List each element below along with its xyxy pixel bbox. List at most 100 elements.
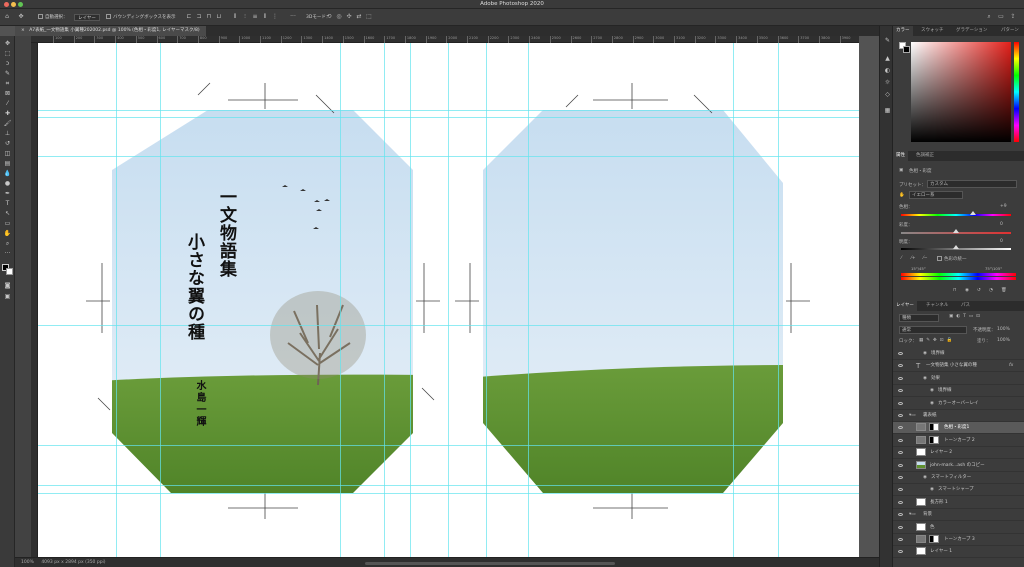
- share-icon[interactable]: ⇪: [1010, 14, 1016, 20]
- visibility-eye-icon[interactable]: [898, 352, 903, 355]
- visibility-icon[interactable]: ◔: [989, 288, 993, 293]
- lightness-slider-track[interactable]: [901, 245, 1011, 250]
- align-right-icon[interactable]: ⊓: [206, 14, 212, 20]
- properties-panel-tab[interactable]: 色調補正: [913, 151, 937, 161]
- hue-value[interactable]: +9: [1000, 204, 1007, 209]
- properties-panel-tab[interactable]: 属性: [893, 151, 908, 161]
- background-color-swatch[interactable]: [6, 268, 13, 275]
- visibility-eye-icon[interactable]: [898, 364, 903, 368]
- visibility-eye-icon[interactable]: [898, 389, 903, 393]
- layer-name[interactable]: john-mark...ash のコピー: [930, 460, 985, 472]
- eyedropper-icon[interactable]: ⁄: [901, 256, 902, 261]
- visibility-eye-icon[interactable]: [898, 525, 903, 529]
- home-icon[interactable]: ⌂: [4, 14, 10, 20]
- visibility-eye-icon[interactable]: [898, 451, 903, 455]
- layer-filter-icons[interactable]: ▣◐T▭⊡: [949, 314, 983, 319]
- visibility-eye-icon[interactable]: [898, 376, 903, 380]
- layer-name[interactable]: 背景: [923, 509, 932, 521]
- workspace-icon[interactable]: ▭: [998, 14, 1004, 20]
- visibility-eye-icon[interactable]: [898, 401, 903, 405]
- delete-icon[interactable]: 🗑: [1001, 288, 1007, 293]
- type-tool-icon[interactable]: T: [3, 199, 12, 208]
- layer-name[interactable]: 長方形 1: [930, 497, 948, 509]
- layer-mask-thumbnail[interactable]: [929, 423, 939, 432]
- brush-tool-icon[interactable]: 🖌: [3, 119, 12, 128]
- saturation-slider-knob[interactable]: [953, 229, 959, 233]
- layer-name[interactable]: スマートフィルター: [931, 472, 971, 484]
- more-tools-icon[interactable]: ···: [3, 249, 12, 258]
- layer-row[interactable]: ▾▭ 裏表紙: [893, 410, 1024, 422]
- horizontal-ruler[interactable]: 100 200 300 400 500 600 700 800 900 1000 1100 1200 1…: [31, 36, 879, 43]
- layer-name[interactable]: 境界線: [938, 385, 952, 397]
- opacity-value[interactable]: 100%: [997, 327, 1010, 332]
- dodge-tool-icon[interactable]: ●: [3, 179, 12, 188]
- lock-icons[interactable]: ▦✎✥⊡🔒: [919, 338, 955, 343]
- color-field[interactable]: [911, 42, 1011, 142]
- 3d-pan-icon[interactable]: ✣: [346, 14, 352, 20]
- layer-row[interactable]: ◉ スマートシャープ: [893, 484, 1024, 497]
- layer-name[interactable]: レイヤー 1: [930, 546, 952, 558]
- eyedropper-tool-icon[interactable]: ⁄: [3, 99, 12, 108]
- 3d-roll-icon[interactable]: ◎: [336, 14, 342, 20]
- cover-author[interactable]: 水島一輝: [192, 380, 207, 428]
- guide-horizontal[interactable]: [38, 493, 859, 494]
- 3d-scale-icon[interactable]: ⬚: [366, 14, 372, 20]
- visibility-eye-icon[interactable]: [898, 513, 903, 517]
- guide-vertical[interactable]: [116, 43, 117, 557]
- preset-dropdown[interactable]: カスタム: [927, 180, 1017, 188]
- lasso-tool-icon[interactable]: ↄ: [3, 59, 12, 68]
- saturation-value[interactable]: 0: [1000, 222, 1003, 227]
- 3d-orbit-icon[interactable]: ⟲: [326, 14, 332, 20]
- guide-vertical[interactable]: [448, 43, 449, 557]
- layer-name[interactable]: 色相・彩度1: [944, 422, 969, 434]
- hue-slider-knob[interactable]: [969, 211, 976, 215]
- history-brush-icon[interactable]: ↺: [3, 139, 12, 148]
- guide-vertical[interactable]: [733, 43, 734, 557]
- reset-icon[interactable]: ↺: [977, 288, 981, 293]
- eyedropper-minus-icon[interactable]: ⁄−: [923, 256, 928, 261]
- path-select-tool-icon[interactable]: ↖: [3, 209, 12, 218]
- document-tab[interactable]: × A7表紙_一文物語集 小翼種202002.psd @ 100% (色相・彩度…: [15, 26, 206, 36]
- search-icon[interactable]: ⌕: [986, 14, 992, 20]
- guide-horizontal[interactable]: [38, 156, 859, 157]
- layers-panel-tab[interactable]: レイヤー: [893, 301, 917, 311]
- visibility-eye-icon[interactable]: [898, 438, 903, 442]
- visibility-eye-icon[interactable]: [898, 500, 903, 504]
- folder-icon[interactable]: ▾▭: [909, 509, 916, 521]
- layer-row[interactable]: トーンカーブ 2: [893, 435, 1024, 447]
- frame-tool-icon[interactable]: ⊠: [3, 89, 12, 98]
- folder-icon[interactable]: ▾▭: [909, 410, 916, 422]
- layer-row[interactable]: 色: [893, 522, 1024, 534]
- guide-vertical[interactable]: [340, 43, 341, 557]
- distribute-center-icon[interactable]: ⫶: [242, 14, 248, 20]
- horizontal-scrollbar[interactable]: [365, 562, 615, 565]
- guide-vertical[interactable]: [778, 43, 779, 557]
- auto-select-checkbox[interactable]: 自動選択：: [38, 14, 68, 21]
- vertical-ruler[interactable]: [31, 43, 38, 557]
- auto-select-target-dropdown[interactable]: レイヤー: [74, 14, 100, 21]
- distribute-bottom-icon[interactable]: ≡: [252, 14, 258, 20]
- stamp-tool-icon[interactable]: ⊥: [3, 129, 12, 138]
- pen-tool-icon[interactable]: ✒: [3, 189, 12, 198]
- layer-name[interactable]: 裏表紙: [923, 410, 937, 422]
- visibility-eye-icon[interactable]: [898, 426, 903, 430]
- layer-name[interactable]: 境界線: [931, 348, 945, 360]
- hand-tool-icon[interactable]: ✋: [3, 229, 12, 238]
- layer-fx-badge[interactable]: fx: [1009, 360, 1013, 372]
- channel-dropdown[interactable]: イエロー系: [909, 191, 963, 199]
- eraser-tool-icon[interactable]: ◫: [3, 149, 12, 158]
- screen-mode-icon[interactable]: ▣: [3, 292, 12, 301]
- adjustments-icon[interactable]: ◐: [883, 66, 892, 75]
- hue-slider[interactable]: [1014, 42, 1019, 142]
- guide-vertical[interactable]: [486, 43, 487, 557]
- layer-row[interactable]: ◉ カラーオーバーレイ: [893, 398, 1024, 410]
- guide-vertical[interactable]: [410, 43, 411, 557]
- distribute-left-icon[interactable]: ⦀: [262, 14, 268, 20]
- learn-icon[interactable]: ✎: [883, 36, 892, 45]
- guide-horizontal[interactable]: [38, 117, 859, 118]
- visibility-eye-icon[interactable]: [898, 538, 903, 541]
- visibility-eye-icon[interactable]: [898, 550, 903, 554]
- zoom-level[interactable]: 100%: [21, 560, 34, 565]
- 3d-slide-icon[interactable]: ⇄: [356, 14, 362, 20]
- blend-mode-dropdown[interactable]: 通常: [899, 326, 967, 334]
